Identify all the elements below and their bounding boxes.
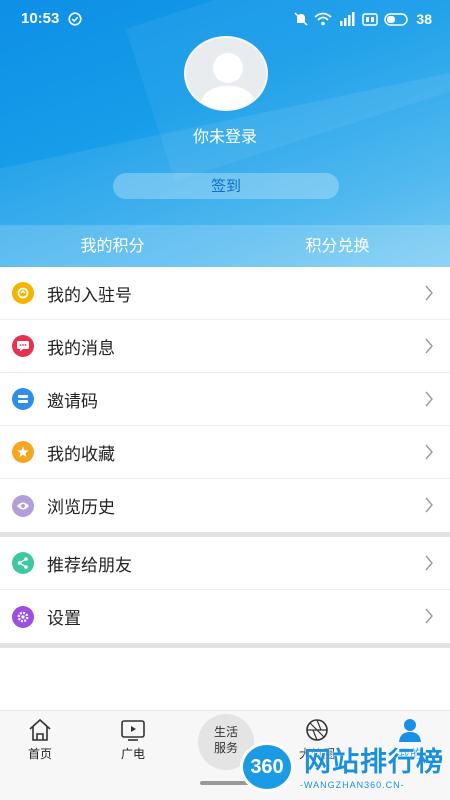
menu-item-label: 设置 xyxy=(47,609,81,629)
status-bar: 10:53 38 xyxy=(0,0,450,38)
menu-item-label: 我的入驻号 xyxy=(47,285,132,306)
profile-header: 10:53 38 你未登录 签到 我的积分 积分兑换 xyxy=(0,0,450,267)
default-avatar-icon xyxy=(198,53,258,109)
chevron-right-icon xyxy=(425,391,433,407)
avatar[interactable] xyxy=(184,36,268,111)
chevron-right-icon xyxy=(425,285,433,301)
watermark-title: 网站排行榜 xyxy=(304,747,444,778)
watermark: 360 网站排行榜 -WANGZHAN360.CN- xyxy=(238,738,450,800)
status-time: 10:53 xyxy=(21,10,60,27)
nav-label: 广电 xyxy=(120,747,145,761)
wifi-icon xyxy=(314,12,333,26)
badge-icon xyxy=(12,282,34,304)
status-icons: 38 xyxy=(294,11,432,27)
menu-item-messages[interactable]: 我的消息 xyxy=(0,320,450,373)
login-status-text[interactable]: 你未登录 xyxy=(0,123,450,147)
menu-item-label: 我的消息 xyxy=(47,338,115,359)
profile-screen: 10:53 38 你未登录 签到 我的积分 积分兑换 我的入驻号 我的消息 邀请… xyxy=(0,0,450,800)
check-icon xyxy=(68,12,82,26)
chevron-right-icon xyxy=(425,555,433,571)
my-points-button[interactable]: 我的积分 xyxy=(0,225,225,267)
menu-item-history[interactable]: 浏览历史 xyxy=(0,479,450,532)
nav-home[interactable]: 首页 xyxy=(5,717,75,762)
chevron-right-icon xyxy=(425,608,433,624)
gear-icon xyxy=(12,605,34,628)
invite-code-icon xyxy=(12,388,34,410)
watermark-subtitle: -WANGZHAN360.CN- xyxy=(300,780,405,790)
mute-icon xyxy=(294,12,308,26)
signal-icon xyxy=(340,12,355,26)
menu-item-entry-account[interactable]: 我的入驻号 xyxy=(0,267,450,320)
signin-button[interactable]: 签到 xyxy=(113,173,339,199)
battery-icon xyxy=(384,12,409,26)
chevron-right-icon xyxy=(425,338,433,354)
menu-item-label: 邀请码 xyxy=(47,391,98,412)
chevron-right-icon xyxy=(425,497,433,513)
menu-item-invite-code[interactable]: 邀请码 xyxy=(0,373,450,426)
group-divider xyxy=(0,643,450,648)
battery-level: 38 xyxy=(416,11,432,27)
chevron-right-icon xyxy=(425,444,433,460)
menu-item-label: 我的收藏 xyxy=(47,444,115,465)
eye-icon xyxy=(12,494,34,517)
menu-item-favorites[interactable]: 我的收藏 xyxy=(0,426,450,479)
message-icon xyxy=(12,335,34,357)
hd-icon xyxy=(362,13,379,26)
points-bar: 我的积分 积分兑换 xyxy=(0,225,450,267)
menu-item-settings[interactable]: 设置 xyxy=(0,590,450,643)
watermark-logo: 360 xyxy=(240,742,294,792)
menu-item-label: 浏览历史 xyxy=(47,498,115,518)
nav-tv[interactable]: 广电 xyxy=(98,717,168,762)
nav-label: 首页 xyxy=(27,747,52,761)
star-icon xyxy=(12,441,34,463)
points-redeem-button[interactable]: 积分兑换 xyxy=(225,225,450,267)
menu-list: 我的入驻号 我的消息 邀请码 我的收藏 浏览历史 推荐给朋友 设置 xyxy=(0,267,450,648)
menu-item-share[interactable]: 推荐给朋友 xyxy=(0,537,450,590)
share-icon xyxy=(12,552,34,574)
tv-play-icon xyxy=(121,720,145,741)
home-icon xyxy=(29,718,51,741)
menu-item-label: 推荐给朋友 xyxy=(47,555,132,576)
